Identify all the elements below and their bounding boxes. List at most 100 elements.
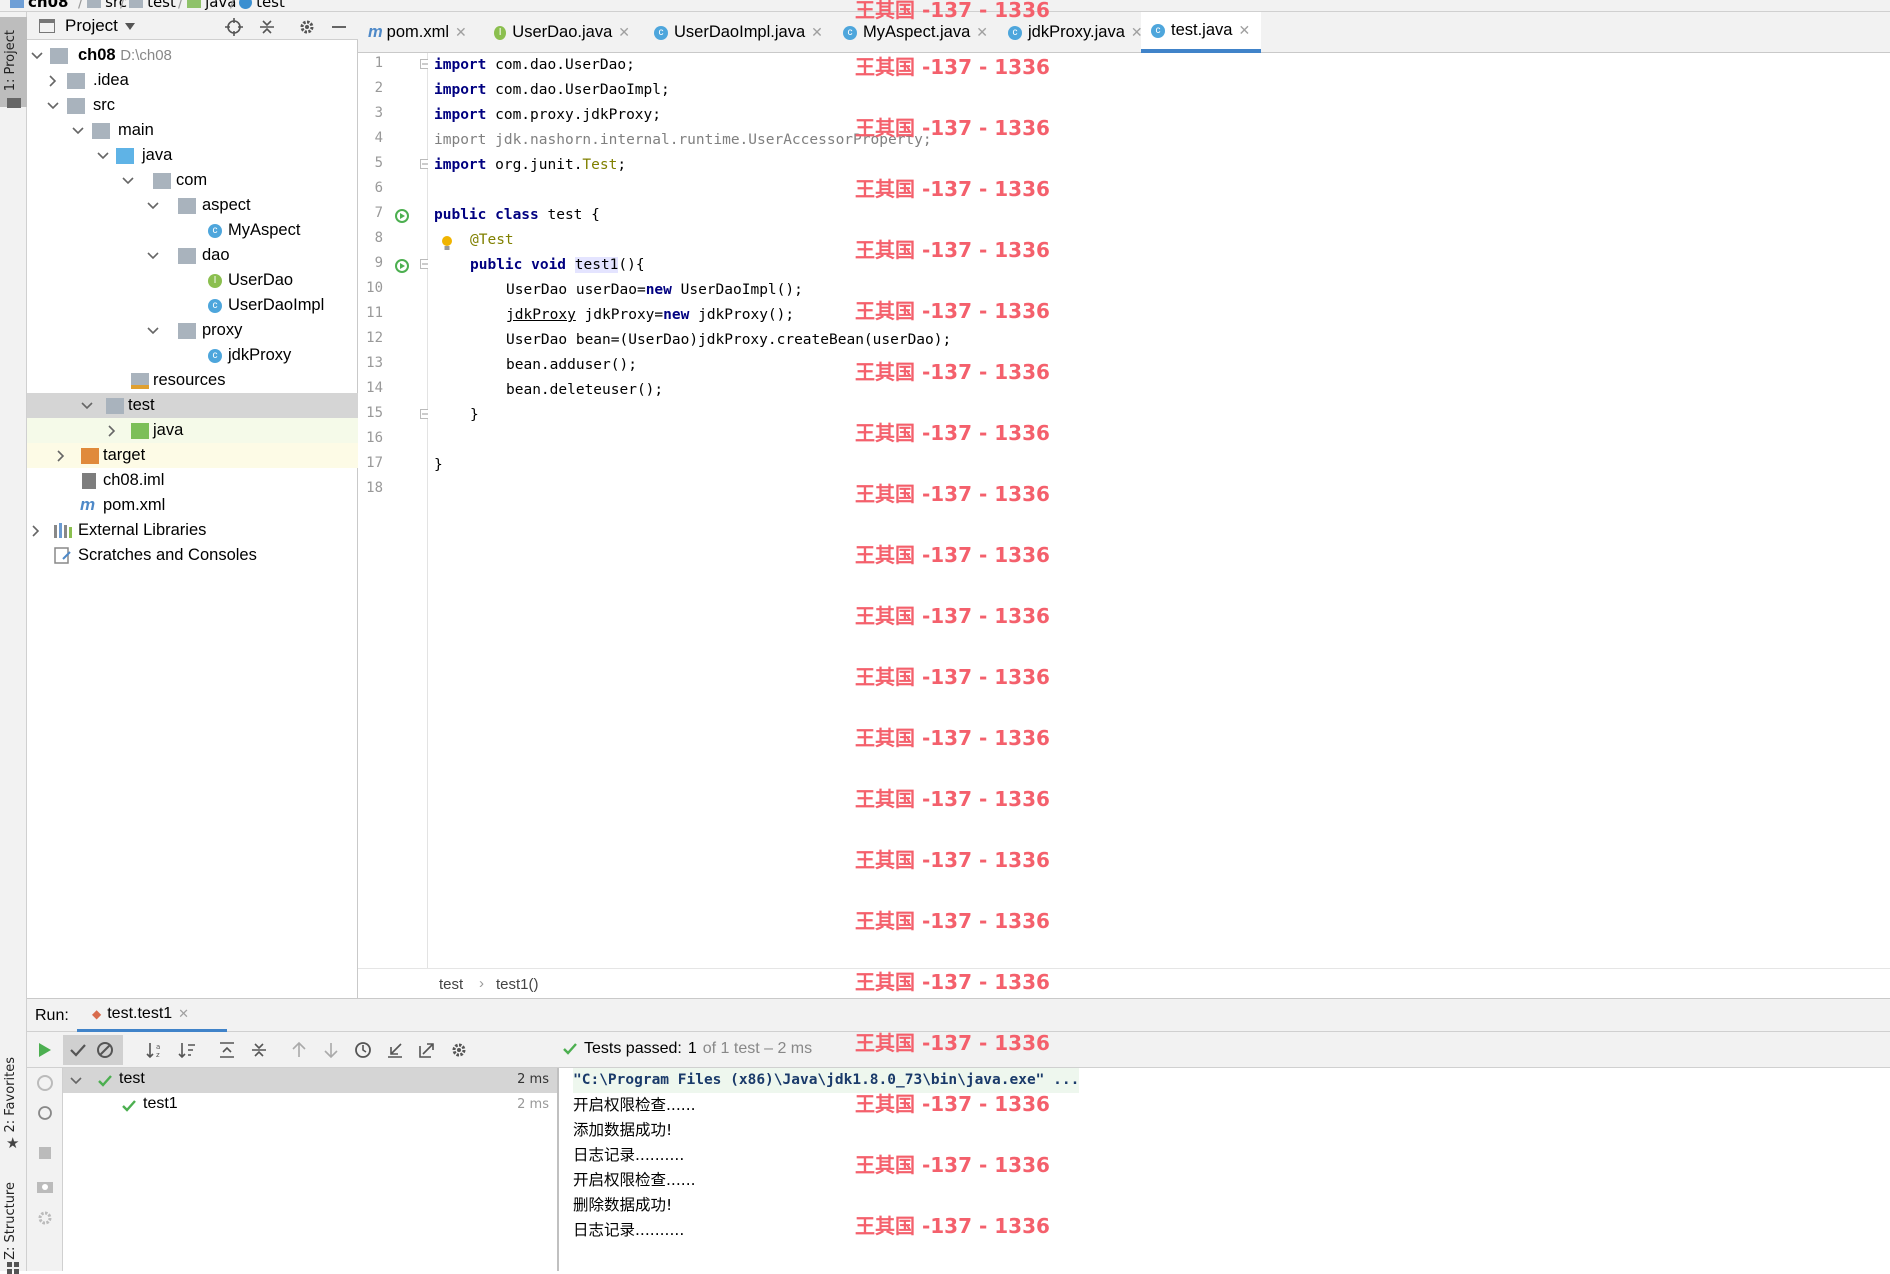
tree-row-pom[interactable]: m pom.xml [27,493,358,518]
collapse-all-icon[interactable] [257,17,277,37]
console-line: 日志记录.......... [573,1221,685,1239]
tab-userdaoimpl-java[interactable]: c UserDaoImpl.java ✕ [644,12,824,53]
tree-row-userdaoimpl[interactable]: c UserDaoImpl [27,293,358,318]
chevron-down-icon[interactable] [31,50,43,62]
camera-icon[interactable] [35,1176,55,1196]
tree-row-resources[interactable]: resources [27,368,358,393]
tree-row-src[interactable]: src [27,93,358,118]
chevron-down-icon[interactable] [147,250,159,262]
import-icon[interactable] [385,1040,405,1060]
minimize-icon[interactable] [329,17,349,37]
run-tab[interactable]: ◆ test.test1 ✕ [77,999,227,1032]
console-output[interactable]: "C:\Program Files (x86)\Java\jdk1.8.0_73… [559,1068,1890,1271]
tree-row-external-libraries[interactable]: External Libraries [27,518,358,543]
arrow-up-icon[interactable] [289,1040,309,1060]
tree-row-ch08-iml[interactable]: ch08.iml [27,468,358,493]
tree-row-idea[interactable]: .idea [27,68,358,93]
test-row-suite[interactable]: test 2 ms [63,1068,557,1093]
sort-duration-icon[interactable] [177,1040,197,1060]
chevron-right-icon[interactable] [47,75,59,87]
project-tab-label[interactable]: 1: Project [3,30,18,91]
resources-folder-icon [131,373,149,389]
chevron-down-icon[interactable] [122,175,134,187]
chevron-down-icon[interactable] [81,400,93,412]
collapse-all-icon[interactable] [249,1040,269,1060]
code-line-9: public void test1(){ [470,257,645,273]
class-icon: c [208,299,222,313]
chevron-down-icon[interactable] [97,150,109,162]
run-test-icon[interactable] [394,258,412,276]
breadcrumb-item-java[interactable]: / java [178,0,237,11]
breadcrumb-item-ch08[interactable]: ch08 [10,0,68,11]
tab-pom-xml[interactable]: m pom.xml ✕ [358,12,478,53]
line-number: 14 [366,380,383,396]
tree-row-main[interactable]: main [27,118,358,143]
run-test-icon[interactable] [394,208,412,226]
tree-row-proxy[interactable]: proxy [27,318,358,343]
close-icon[interactable]: ✕ [811,24,823,41]
chevron-right-icon[interactable] [55,450,67,462]
history-icon[interactable] [353,1040,373,1060]
close-icon[interactable]: ✕ [455,24,467,41]
rerun-icon[interactable] [34,1040,54,1060]
expand-all-icon[interactable] [217,1040,237,1060]
chevron-right-icon[interactable] [106,425,118,437]
editor-gutter: 1 2 3 4 5 6 7 8 9 10 11 12 13 14 15 16 1… [358,53,430,968]
show-passed-icon[interactable] [68,1040,88,1060]
gear-icon[interactable] [297,17,317,37]
close-icon[interactable]: ✕ [618,24,630,41]
chevron-down-icon[interactable] [72,125,84,137]
tree-row-aspect[interactable]: aspect [27,193,358,218]
svg-text:z: z [156,1051,160,1059]
tree-row-userdao[interactable]: I UserDao [27,268,358,293]
sort-alpha-icon[interactable]: az [145,1040,165,1060]
close-icon[interactable]: ✕ [178,1006,189,1022]
close-icon[interactable]: ✕ [1238,22,1250,39]
tab-test-java[interactable]: c test.java ✕ [1141,12,1261,53]
tree-row-dao[interactable]: dao [27,243,358,268]
toggle-auto-test-icon[interactable] [35,1103,55,1123]
tree-row-jdkproxy[interactable]: c jdkProxy [27,343,358,368]
tree-row-myaspect[interactable]: c MyAspect [27,218,358,243]
chevron-down-icon[interactable] [70,1075,82,1087]
code-line-1: import com.dao.UserDao; [434,57,635,73]
breadcrumb-method[interactable]: test1() [496,976,539,993]
breadcrumb-class[interactable]: test [439,976,463,993]
test-row-method[interactable]: test1 2 ms [63,1093,557,1118]
package-icon [178,198,196,214]
project-view-selector[interactable]: Project [65,16,118,36]
chevron-down-icon[interactable] [147,325,159,337]
chevron-down-icon[interactable] [47,100,59,112]
tree-row-ch08[interactable]: ch08 D:\ch08 [27,43,358,68]
package-icon [178,323,196,339]
chevron-down-icon[interactable] [125,23,135,30]
rerun-failed-icon[interactable] [35,1073,55,1093]
watermark: 王其国 -137 - 1336 [855,1031,1050,1055]
tree-row-com[interactable]: com [27,168,358,193]
code-editor[interactable]: import com.dao.UserDao; import com.dao.U… [428,53,1890,968]
chevron-right-icon[interactable] [30,525,42,537]
show-ignored-icon[interactable] [95,1040,115,1060]
settings-icon[interactable] [35,1208,55,1228]
run-label: Run: [35,1007,69,1024]
export-icon[interactable] [417,1040,437,1060]
tree-row-target[interactable]: target [27,443,358,468]
tab-userdao-java[interactable]: I UserDao.java ✕ [480,12,630,53]
stop-icon[interactable] [35,1143,55,1163]
favorites-tab-label[interactable]: 2: Favorites [3,1057,18,1133]
locate-icon[interactable] [224,17,244,37]
check-icon [563,1043,577,1055]
chevron-down-icon[interactable] [147,200,159,212]
tree-row-java-test[interactable]: java [27,418,358,443]
chevron-right-icon: › [479,975,484,992]
tree-row-test[interactable]: test [27,393,358,418]
gear-icon[interactable] [449,1040,469,1060]
breadcrumb-item-file[interactable]: / test [230,0,285,11]
close-icon[interactable]: ✕ [976,24,988,41]
tree-row-scratches[interactable]: Scratches and Consoles [27,543,358,568]
lightbulb-icon[interactable] [441,235,453,251]
structure-tab-label[interactable]: Z: Structure [3,1182,18,1260]
arrow-down-icon[interactable] [321,1040,341,1060]
tree-row-java-main[interactable]: java [27,143,358,168]
breadcrumb-item-test[interactable]: / test [120,0,176,11]
